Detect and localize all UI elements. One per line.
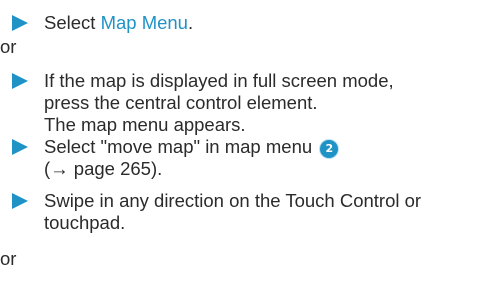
- step-line: Select "move map" in map menu 2: [44, 136, 339, 158]
- map-menu-link[interactable]: Map Menu: [101, 12, 188, 33]
- step-prefix: Select: [44, 12, 101, 33]
- bullet-arrow-icon: [12, 139, 28, 155]
- callout-number-badge: 2: [320, 140, 339, 158]
- step-suffix: .: [187, 12, 194, 33]
- or-separator-1: or: [0, 36, 17, 57]
- bullet-arrow-icon: [12, 73, 28, 89]
- step-line: The map menu appears.: [44, 114, 246, 135]
- step-line: If the map is displayed in full screen m…: [44, 70, 394, 91]
- bullet-arrow-icon: [12, 15, 28, 31]
- step-line: press the central control element.: [44, 92, 318, 113]
- step-line-text: Select "move map" in map menu: [44, 136, 318, 157]
- page-reference: (→ page 265).: [44, 158, 163, 179]
- or-separator-2: or: [0, 248, 17, 269]
- step-line: touchpad.: [44, 212, 126, 233]
- step-text: Select Map Menu.: [44, 12, 193, 34]
- bullet-arrow-icon: [12, 193, 28, 209]
- step-line: Swipe in any direction on the Touch Cont…: [44, 190, 422, 211]
